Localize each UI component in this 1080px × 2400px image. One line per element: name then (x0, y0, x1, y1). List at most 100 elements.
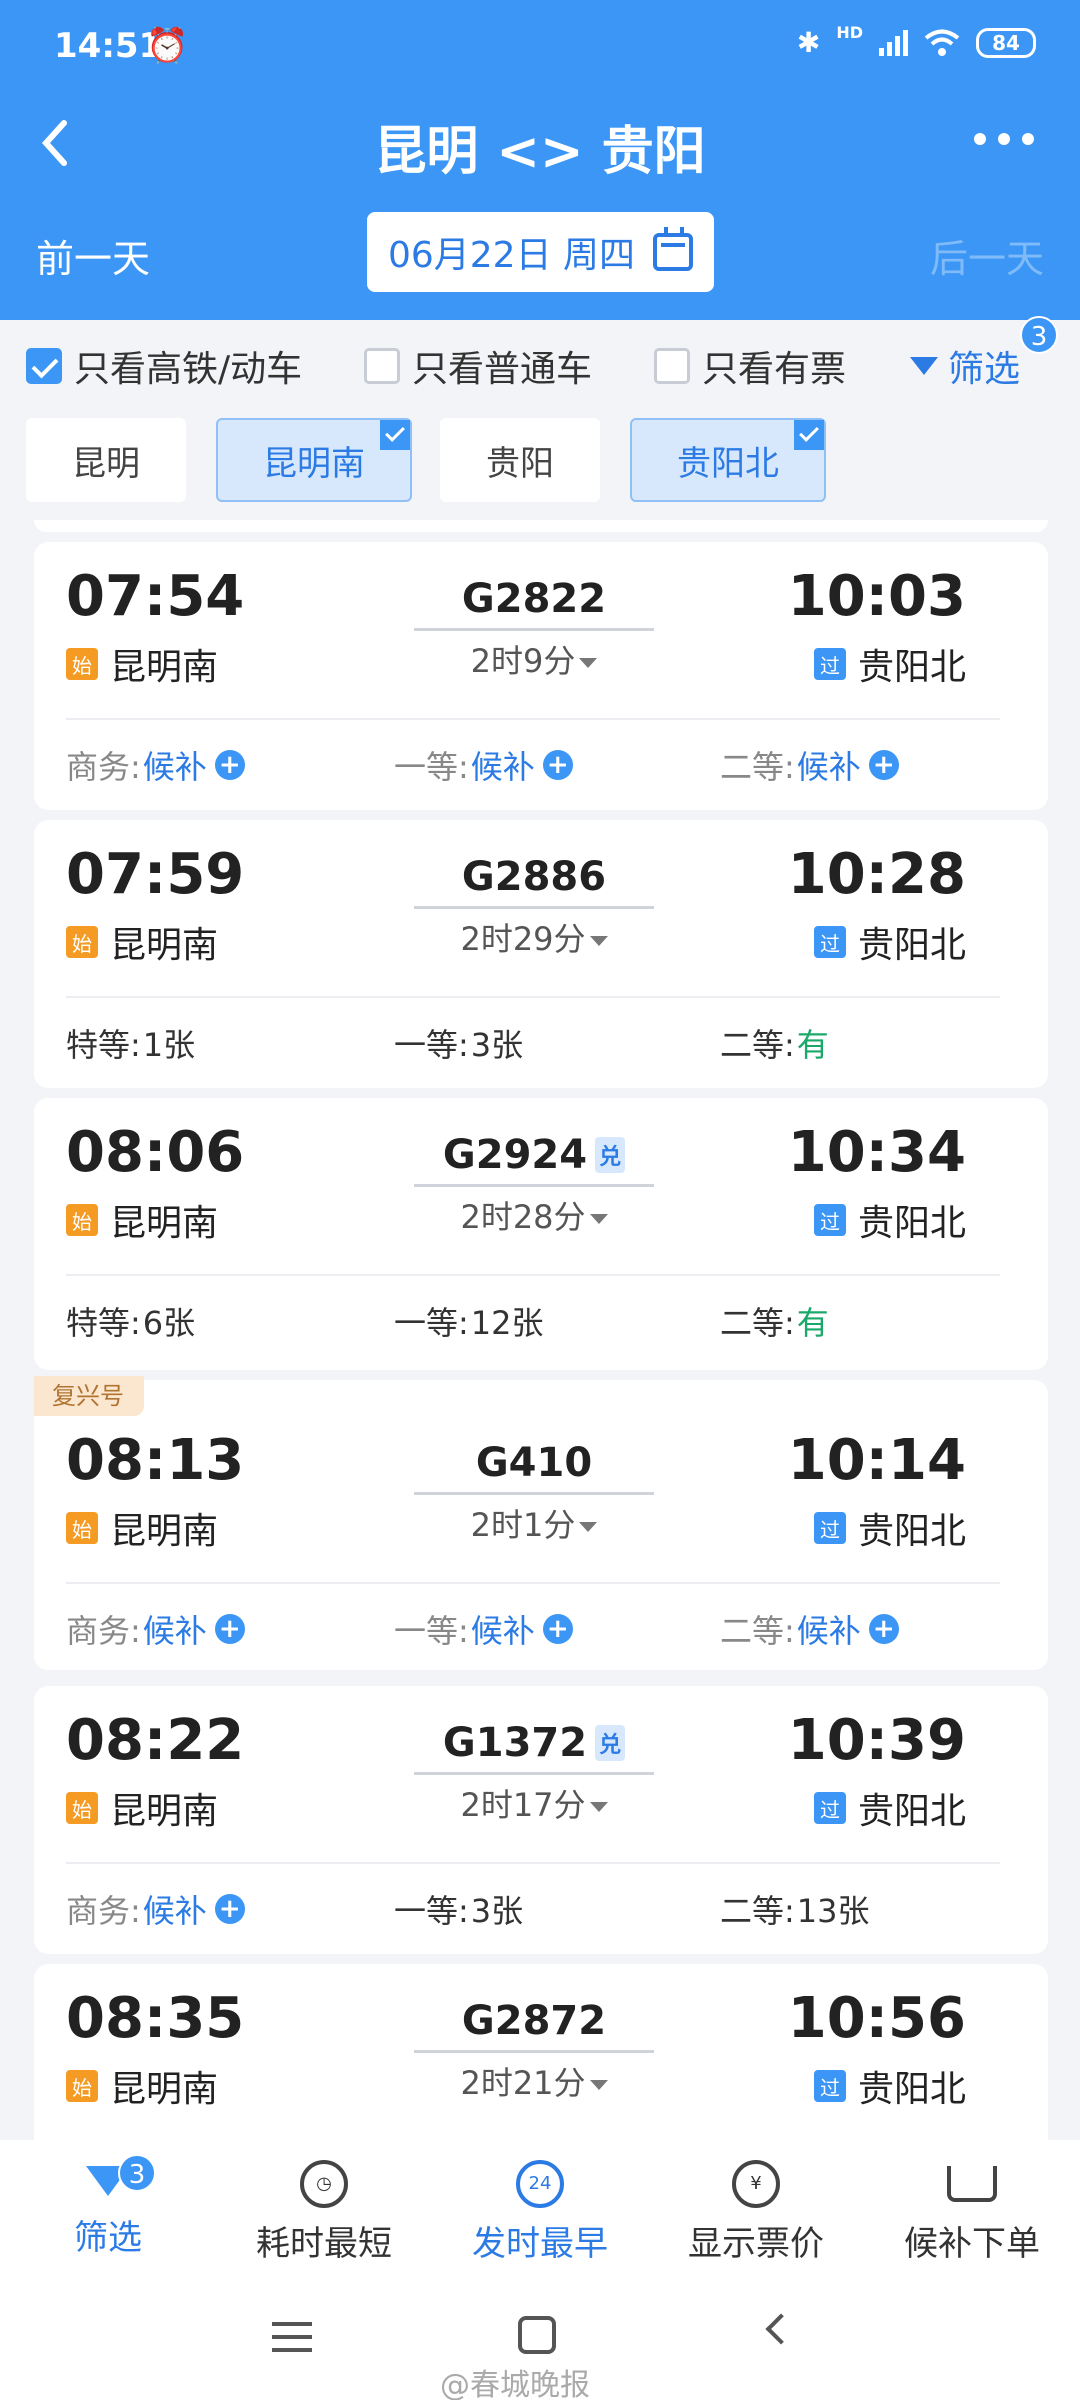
seat-second[interactable]: 二等: 13张 (720, 1886, 870, 1932)
bluetooth-icon: ✱ (796, 26, 821, 59)
duration-text: 2时29分 (460, 920, 586, 958)
filter-row: 只看高铁/动车 只看普通车 只看有票 筛选 (0, 320, 1080, 410)
seat-value: 6张 (142, 1304, 196, 1342)
cart-icon (947, 2166, 997, 2202)
date-bar: 前一天 06月22日 周四 后一天 (0, 212, 1080, 294)
station-name: 贵阳北 (857, 1511, 966, 1552)
arrival-station: 过贵阳北 (813, 1782, 966, 1834)
start-tag: 始 (66, 1204, 98, 1236)
seat-second[interactable]: 二等: 有 (720, 1020, 829, 1066)
seat-second[interactable]: 二等: 有 (720, 1298, 829, 1344)
duration[interactable]: 2时29分 (414, 914, 654, 960)
seat-first[interactable]: 一等: 候补 + (394, 1606, 573, 1652)
toolbar-price[interactable]: ¥ 显示票价 (648, 2160, 864, 2265)
start-tag: 始 (66, 1512, 98, 1544)
more-button[interactable] (972, 113, 1036, 159)
caret-down-icon (589, 2080, 608, 2090)
toolbar-earliest[interactable]: 24 发时最早 (432, 2160, 648, 2265)
duration-text: 2时28分 (460, 1198, 586, 1236)
train-number: G2924 兑 (414, 1132, 654, 1178)
departure-station: 始昆明南 (66, 916, 218, 968)
arrival-time: 10:39 (787, 1708, 966, 1773)
train-card[interactable]: 08:35 G2872 2时21分 10:56 始昆明南 过贵阳北 (34, 1964, 1048, 2140)
exchange-badge: 兑 (595, 1137, 626, 1173)
toolbar-label: 筛选 (74, 2218, 142, 2258)
duration[interactable]: 2时1分 (414, 1500, 654, 1546)
seat-label: 一等: (394, 1304, 469, 1342)
toolbar-filter[interactable]: 3 筛选 (0, 2154, 216, 2259)
high-speed-checkbox[interactable]: 只看高铁/动车 (26, 340, 302, 392)
departure-station: 始昆明南 (66, 1194, 218, 1246)
pass-tag: 过 (813, 648, 846, 680)
seat-business[interactable]: 商务: 候补 + (66, 1886, 245, 1932)
seat-first[interactable]: 一等: 3张 (394, 1020, 523, 1066)
train-number: G1372 兑 (414, 1720, 654, 1766)
station-chips: 昆明 昆明南 贵阳 贵阳北 (0, 418, 1080, 504)
train-card[interactable]: 08:22 G1372 兑 2时17分 10:39 始昆明南 过贵阳北 商务: 候补… (34, 1686, 1048, 1954)
next-day-button[interactable]: 后一天 (930, 228, 1044, 283)
watermark: @春城晚报 (440, 2368, 590, 2400)
seat-business[interactable]: 商务: 候补 + (66, 1606, 245, 1652)
duration[interactable]: 2时28分 (414, 1192, 654, 1238)
filter-button[interactable]: 筛选 (910, 340, 1020, 392)
toolbar-shortest[interactable]: ◷ 耗时最短 (216, 2160, 432, 2265)
seat-first[interactable]: 一等: 候补 + (394, 742, 573, 788)
train-list[interactable]: 07:54 G2822 2时9分 10:03 始昆明南 过贵阳北 商务: 候补 + … (34, 520, 1048, 2140)
station-chip-guiyangbei[interactable]: 贵阳北 (630, 418, 826, 502)
seat-label: 商务: (66, 748, 141, 786)
train-card[interactable]: 08:06 G2924 兑 2时28分 10:34 始昆明南 过贵阳北 特等: 6张… (34, 1098, 1048, 1370)
train-number: G2822 (414, 576, 654, 622)
pass-tag: 过 (813, 1204, 846, 1236)
seat-label: 一等: (394, 1892, 469, 1930)
seat-value: 候补 (796, 1612, 861, 1650)
seat-business[interactable]: 商务: 候补 + (66, 742, 245, 788)
seat-second[interactable]: 二等: 候补 + (720, 742, 899, 788)
duration[interactable]: 2时21分 (414, 2058, 654, 2104)
train-number-text: G2872 (461, 1998, 607, 2044)
prev-day-button[interactable]: 前一天 (36, 228, 150, 283)
station-name: 贵阳北 (857, 925, 966, 966)
duration-text: 2时17分 (460, 1786, 586, 1824)
seat-first[interactable]: 一等: 3张 (394, 1886, 523, 1932)
train-card[interactable]: 07:54 G2822 2时9分 10:03 始昆明南 过贵阳北 商务: 候补 + … (34, 542, 1048, 810)
train-card[interactable]: 复兴号 08:13 G410 2时1分 10:14 始昆明南 过贵阳北 商务: 候… (34, 1376, 1048, 1670)
station-chip-kunming[interactable]: 昆明 (26, 418, 186, 502)
toolbar-filter-badge: 3 (118, 2154, 156, 2192)
pass-tag: 过 (813, 926, 846, 958)
seat-premium[interactable]: 特等: 6张 (66, 1298, 195, 1344)
station-chip-kunmingnan[interactable]: 昆明南 (216, 418, 412, 502)
seat-value: 3张 (470, 1026, 524, 1064)
train-number: G410 (414, 1440, 654, 1486)
nav-back-icon[interactable] (765, 2313, 797, 2345)
menu-icon[interactable] (272, 2322, 312, 2352)
station-chip-guiyang[interactable]: 贵阳 (440, 418, 600, 502)
divider (66, 718, 1000, 720)
seat-second[interactable]: 二等: 候补 + (720, 1606, 899, 1652)
duration[interactable]: 2时17分 (414, 1780, 654, 1826)
home-icon[interactable] (518, 2316, 556, 2354)
available-only-checkbox[interactable]: 只看有票 (654, 340, 846, 392)
filter-count-badge: 3 (1020, 316, 1058, 354)
seat-premium[interactable]: 特等: 1张 (66, 1020, 195, 1066)
pass-tag: 过 (813, 1512, 846, 1544)
station-name: 昆明南 (110, 647, 219, 688)
route-line (414, 906, 654, 909)
plus-icon: + (214, 750, 245, 780)
seat-value: 候补 (142, 1612, 207, 1650)
page-title: 昆明 <> 贵阳 (374, 122, 706, 182)
toolbar-waitlist[interactable]: 候补下单 (864, 2160, 1080, 2265)
duration[interactable]: 2时9分 (414, 636, 654, 682)
seat-label: 二等: (720, 748, 795, 786)
normal-train-checkbox[interactable]: 只看普通车 (364, 340, 592, 392)
seat-label: 一等: (394, 1612, 469, 1650)
seat-label: 二等: (720, 1612, 795, 1650)
train-card[interactable]: 07:59 G2886 2时29分 10:28 始昆明南 过贵阳北 特等: 1张 … (34, 820, 1048, 1088)
toolbar-label: 显示票价 (688, 2224, 824, 2264)
exchange-badge: 兑 (595, 1725, 626, 1761)
arrival-station: 过贵阳北 (813, 1502, 966, 1554)
seat-first[interactable]: 一等: 12张 (394, 1298, 544, 1344)
arrival-station: 过贵阳北 (813, 916, 966, 968)
seat-value: 候补 (796, 748, 861, 786)
date-picker[interactable]: 06月22日 周四 (367, 212, 714, 292)
arrival-station: 过贵阳北 (813, 638, 966, 690)
